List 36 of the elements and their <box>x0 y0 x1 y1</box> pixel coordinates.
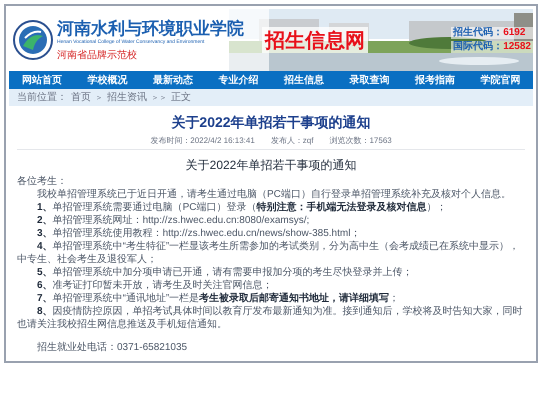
article-title: 关于2022年单招若干事项的通知 <box>171 113 371 132</box>
motto-text: 河南省品牌示范校 <box>57 48 138 62</box>
nav-link[interactable]: 录取查询 <box>349 72 390 88</box>
list-item-text: 2、单招管理系统网址：http://zs.hwec.edu.cn:8080/examsys/; <box>36 214 310 227</box>
meta-text: 发布时间：2022/4/2 16:13:41 <box>150 135 255 147</box>
meta-text: 发布人：zqf <box>270 135 314 147</box>
meta-text: 浏览次数：17563 <box>329 135 392 147</box>
nav-link[interactable]: 学校概况 <box>87 72 128 88</box>
list-item-text: 7、单招管理系统中“通讯地址”一栏是考生被录取后邮寄通知书地址，请详细填写； <box>36 292 400 305</box>
nav-link[interactable]: 学院官网 <box>480 72 520 88</box>
body-heading: 关于2022年单招若干事项的通知 <box>186 157 356 174</box>
code-text: 国际代码：12582 <box>451 41 533 53</box>
nav-link[interactable]: 专业介绍 <box>218 72 258 88</box>
nav-link[interactable]: 报考指南 <box>414 72 455 88</box>
list-item-text: 4、单招管理系统中“考生特征”一栏显该考生所需参加的考试类别，分为高中生（会考成绩已在系统中显示），中专生、社会考生及退役军人； <box>17 240 520 266</box>
site-title: 招生信息网 <box>262 27 368 53</box>
nav-link[interactable]: 网站首页 <box>22 72 62 88</box>
code-text: 招生代码：6192 <box>451 27 533 39</box>
breadcrumb-label: 当前位置： <box>17 90 67 105</box>
contact-text: 招生就业处电话：0371-65821035 <box>36 341 188 355</box>
list-item-text: 6、准考证打印暂未开放，请考生及时关注官网信息； <box>36 279 274 292</box>
body-paragraph: 我校单招管理系统已于近日开通，请考生通过电脑（PC端口）自行登录单招管理系统补充及核对个人信息。 <box>36 188 512 201</box>
nav-link[interactable]: 最新动态 <box>152 72 193 88</box>
breadcrumb-link[interactable]: 首页 <box>71 90 91 105</box>
list-item-text: 8、因疫情防控原因，单招考试具体时间以教育厅发布最新通知为准。接到通知后，学校将及时告知大家，同时也请关注我校招生网信息推送及手机短信通知。 <box>17 305 524 331</box>
breadcrumb-link[interactable]: 招生资讯 <box>107 90 147 105</box>
college-name: 河南水利与环境职业学院 <box>57 18 244 38</box>
nav-link[interactable]: 招生信息 <box>284 72 324 88</box>
breadcrumb-separator: ＞＞ <box>151 92 167 104</box>
list-item-text: 1、单招管理系统需要通过电脑（PC端口）登录（特别注意：手机端无法登录及核对信息）； <box>36 201 448 214</box>
breadcrumb-current: 正文 <box>171 90 191 105</box>
breadcrumb-separator: ＞ <box>95 92 103 104</box>
list-item-text: 5、单招管理系统中加分项申请已开通，请有需要申报加分项的考生尽快登录并上传； <box>36 266 414 279</box>
list-item-text: 3、单招管理系统使用教程：http://zs.hwec.edu.cn/news/show-385.html； <box>36 227 362 240</box>
greeting-text: 各位考生： <box>17 175 68 188</box>
college-logo-icon <box>13 20 53 60</box>
